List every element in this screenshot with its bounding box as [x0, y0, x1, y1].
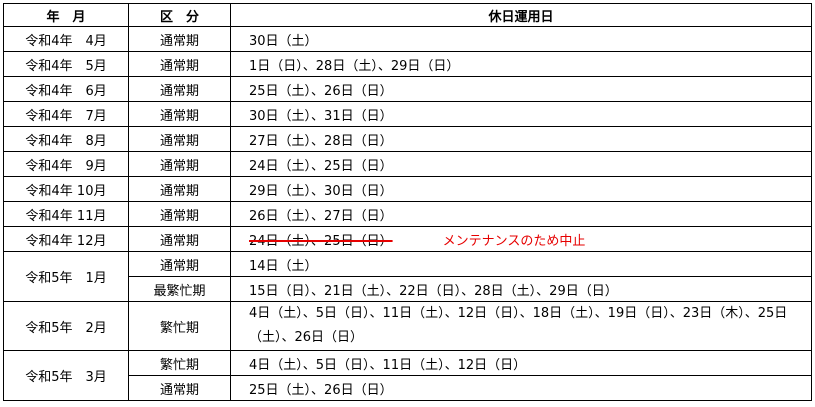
dates-cell: 4日（土）、5日（日）、11日（土）、12日（日）、18日（土）、19日（日）、… [230, 301, 812, 351]
category-cell: 通常期 [128, 201, 231, 227]
category-cell: 通常期 [128, 251, 231, 277]
header-category: 区 分 [128, 3, 231, 27]
table-row: 令和4年 9月 通常期 24日（土）、25日（日） [3, 151, 812, 177]
dates-cell: 14日（土） [230, 251, 812, 277]
cancelled-dates: 24日（土）、25日（日） [249, 233, 393, 249]
category-cell: 通常期 [128, 226, 231, 252]
header-row: 年 月 区 分 休日運用日 [3, 3, 812, 27]
holiday-schedule-table: 年 月 区 分 休日運用日 令和4年 4月 通常期 30日（土） 令和4年 5月… [3, 3, 812, 401]
year-month-cell: 令和4年 9月 [3, 151, 129, 177]
year-month-cell: 令和5年 2月 [3, 301, 129, 351]
year-month-cell: 令和4年 10月 [3, 176, 129, 202]
category-cell: 通常期 [128, 176, 231, 202]
table-row: 令和5年 2月 繁忙期 4日（土）、5日（日）、11日（土）、12日（日）、18… [3, 301, 812, 351]
dates-cell: 24日（土）、25日（日） [230, 151, 812, 177]
year-month-cell: 令和4年 7月 [3, 101, 129, 127]
year-month-cell: 令和4年 5月 [3, 51, 129, 77]
dates-cell: 25日（土）、26日（日） [230, 76, 812, 102]
category-cell: 最繁忙期 [128, 276, 231, 302]
table-row: 令和4年 4月 通常期 30日（土） [3, 26, 812, 52]
year-month-cell: 令和4年 11月 [3, 201, 129, 227]
category-cell: 通常期 [128, 151, 231, 177]
header-year-month: 年 月 [3, 3, 129, 27]
year-month-cell: 令和5年 3月 [3, 350, 129, 401]
category-cell: 通常期 [128, 76, 231, 102]
table-row: 令和4年 7月 通常期 30日（土）、31日（日） [3, 101, 812, 127]
category-cell: 通常期 [128, 26, 231, 52]
dates-cell: 15日（日）、21日（土）、22日（日）、28日（土）、29日（日） [230, 276, 812, 302]
table-row: 令和4年 8月 通常期 27日（土）、28日（日） [3, 126, 812, 152]
dates-cell: 27日（土）、28日（日） [230, 126, 812, 152]
dates-cell: 29日（土）、30日（日） [230, 176, 812, 202]
table-row: 令和4年 6月 通常期 25日（土）、26日（日） [3, 76, 812, 102]
year-month-cell: 令和4年 8月 [3, 126, 129, 152]
cancellation-note: メンテナンスのため中止 [442, 233, 586, 249]
category-cell: 通常期 [128, 126, 231, 152]
category-cell: 繁忙期 [128, 301, 231, 351]
year-month-cell: 令和4年 4月 [3, 26, 129, 52]
table-row: 令和5年 3月 繁忙期 4日（土）、5日（日）、11日（土）、12日（日） [3, 350, 812, 401]
category-cell: 通常期 [128, 375, 231, 401]
dates-cell: 30日（土）、31日（日） [230, 101, 812, 127]
category-cell: 繁忙期 [128, 350, 231, 376]
dates-cell: 26日（土）、27日（日） [230, 201, 812, 227]
category-cell: 通常期 [128, 101, 231, 127]
header-dates: 休日運用日 [230, 3, 812, 27]
year-month-cell: 令和4年 6月 [3, 76, 129, 102]
year-month-cell: 令和5年 1月 [3, 251, 129, 302]
category-cell: 通常期 [128, 51, 231, 77]
dates-cell: 24日（土）、25日（日） メンテナンスのため中止 [230, 226, 812, 252]
dates-cell: 1日（日）、28日（土）、29日（日） [230, 51, 812, 77]
year-month-cell: 令和4年 12月 [3, 226, 129, 252]
table-row: 令和4年 12月 通常期 24日（土）、25日（日） メンテナンスのため中止 [3, 226, 812, 252]
dates-cell: 25日（土）、26日（日） [230, 375, 812, 401]
dates-cell: 4日（土）、5日（日）、11日（土）、12日（日） [230, 350, 812, 376]
table-row: 令和4年 11月 通常期 26日（土）、27日（日） [3, 201, 812, 227]
table-row: 令和4年 10月 通常期 29日（土）、30日（日） [3, 176, 812, 202]
dates-cell: 30日（土） [230, 26, 812, 52]
table-row: 令和5年 1月 通常期 14日（土） [3, 251, 812, 302]
table-row: 令和4年 5月 通常期 1日（日）、28日（土）、29日（日） [3, 51, 812, 77]
